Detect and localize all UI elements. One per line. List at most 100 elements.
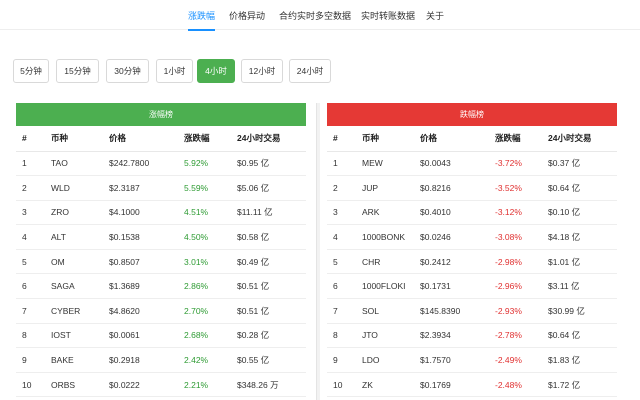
symbol-cell: CYBER [45,298,103,324]
volume-cell: $0.10 亿 [542,200,617,226]
change-cell: 2.68% [178,323,231,349]
price-cell: $1.3689 [103,273,178,300]
table-row[interactable]: 2 WLD $2.3187 5.59% $5.06 亿 [16,175,306,201]
symbol-cell: ORBS [45,372,103,398]
volume-cell: $11.11 亿 [231,200,306,226]
nav-tab-about[interactable]: 关于 [426,9,444,22]
change-cell: -2.49% [489,347,542,373]
table-row[interactable]: 6 1000FLOKI $0.1731 -2.96% $3.11 亿 [327,273,617,300]
table-row[interactable]: 3 ARK $0.4010 -3.12% $0.10 亿 [327,200,617,226]
price-cell: $0.0043 [414,151,489,177]
rank-cell: 1 [327,151,356,177]
rank-cell: 5 [16,249,45,275]
symbol-cell: JTO [356,323,414,349]
table-row[interactable]: 5 CHR $0.2412 -2.98% $1.01 亿 [327,249,617,275]
timeframe-15m-button[interactable]: 15分钟 [56,59,99,83]
timeframe-1h-button[interactable]: 1小时 [156,59,193,83]
table-row[interactable]: 6 SAGA $1.3689 2.86% $0.51 亿 [16,273,306,300]
table-row[interactable]: 8 JTO $2.3934 -2.78% $0.64 亿 [327,323,617,349]
symbol-cell: LDO [356,347,414,373]
column-header-change: 涨跌幅 [178,126,231,152]
symbol-cell: CHR [356,249,414,275]
price-cell: $4.8620 [103,298,178,324]
table-row[interactable]: 1 TAO $242.7800 5.92% $0.95 亿 [16,151,306,177]
table-row[interactable]: 10 ZK $0.1769 -2.48% $1.72 亿 [327,372,617,398]
nav-tab-change[interactable]: 涨跌幅 [188,9,216,31]
volume-cell: $5.06 亿 [231,175,306,201]
symbol-cell: ZRO [45,200,103,226]
change-cell: -2.48% [489,372,542,398]
table-row[interactable]: 7 SOL $145.8390 -2.93% $30.99 亿 [327,298,617,324]
symbol-cell: WLD [45,175,103,201]
timeframe-12h-button[interactable]: 12小时 [241,59,283,83]
gainers-header-row: # 币种 价格 涨跌幅 24小时交易 [16,126,306,152]
table-row[interactable]: 8 IOST $0.0061 2.68% $0.28 亿 [16,323,306,349]
change-cell: 4.51% [178,200,231,226]
rank-cell: 3 [327,200,356,226]
gainers-table: # 币种 价格 涨跌幅 24小时交易 1 TAO $242.7800 5.92% $0.… [16,126,306,398]
rank-cell: 7 [327,298,356,324]
symbol-cell: ARK [356,200,414,226]
nav-tab-transfers[interactable]: 实时转账数据 [361,9,415,22]
symbol-cell: SAGA [45,273,103,300]
volume-cell: $1.72 亿 [542,372,617,398]
table-row[interactable]: 1 MEW $0.0043 -3.72% $0.37 亿 [327,151,617,177]
volume-cell: $1.83 亿 [542,347,617,373]
volume-cell: $348.26 万 [231,372,306,398]
rank-cell: 9 [327,347,356,373]
table-row[interactable]: 2 JUP $0.8216 -3.52% $0.64 亿 [327,175,617,201]
rank-cell: 7 [16,298,45,324]
table-row[interactable]: 3 ZRO $4.1000 4.51% $11.11 亿 [16,200,306,226]
change-cell: 2.21% [178,372,231,398]
timeframe-5m-button[interactable]: 5分钟 [13,59,49,83]
column-header-symbol: 币种 [45,126,103,152]
price-cell: $0.1538 [103,224,178,250]
price-cell: $0.4010 [414,200,489,226]
price-cell: $0.0222 [103,372,178,398]
rank-cell: 6 [327,273,356,300]
price-cell: $2.3934 [414,323,489,349]
nav-tab-price-alert[interactable]: 价格异动 [229,9,265,22]
table-row[interactable]: 4 1000BONK $0.0246 -3.08% $4.18 亿 [327,224,617,250]
rank-cell: 4 [327,224,356,250]
price-cell: $0.8216 [414,175,489,201]
symbol-cell: ZK [356,372,414,398]
timeframe-24h-button[interactable]: 24小时 [289,59,331,83]
symbol-cell: 1000FLOKI [356,273,414,300]
price-cell: $0.1769 [414,372,489,398]
rank-cell: 6 [16,273,45,300]
change-cell: 5.59% [178,175,231,201]
volume-cell: $3.11 亿 [542,273,617,300]
price-cell: $1.7570 [414,347,489,373]
volume-cell: $0.58 亿 [231,224,306,250]
volume-cell: $4.18 亿 [542,224,617,250]
rank-cell: 4 [16,224,45,250]
price-cell: $0.8507 [103,249,178,275]
table-row[interactable]: 4 ALT $0.1538 4.50% $0.58 亿 [16,224,306,250]
change-cell: -2.98% [489,249,542,275]
price-cell: $4.1000 [103,200,178,226]
change-cell: -3.72% [489,151,542,177]
change-cell: -3.52% [489,175,542,201]
table-row[interactable]: 9 LDO $1.7570 -2.49% $1.83 亿 [327,347,617,373]
column-header-price: 价格 [103,126,178,152]
nav-tab-futures-long-short[interactable]: 合约实时多空数据 [279,9,351,22]
volume-cell: $0.95 亿 [231,151,306,177]
rank-cell: 10 [327,372,356,398]
table-row[interactable]: 9 BAKE $0.2918 2.42% $0.55 亿 [16,347,306,373]
rank-cell: 1 [16,151,45,177]
price-cell: $242.7800 [103,151,178,177]
price-cell: $2.3187 [103,175,178,201]
change-cell: 5.92% [178,151,231,177]
change-cell: -2.93% [489,298,542,324]
change-cell: 3.01% [178,249,231,275]
table-row[interactable]: 5 OM $0.8507 3.01% $0.49 亿 [16,249,306,275]
timeframe-4h-button[interactable]: 4小时 [197,59,235,83]
timeframe-30m-button[interactable]: 30分钟 [106,59,149,83]
table-row[interactable]: 7 CYBER $4.8620 2.70% $0.51 亿 [16,298,306,324]
gainers-panel: 涨幅榜 # 币种 价格 涨跌幅 24小时交易 1 TAO $242.7800 5.92… [16,103,306,400]
table-row[interactable]: 10 ORBS $0.0222 2.21% $348.26 万 [16,372,306,398]
volume-cell: $0.49 亿 [231,249,306,275]
volume-cell: $0.51 亿 [231,273,306,300]
change-cell: 2.70% [178,298,231,324]
